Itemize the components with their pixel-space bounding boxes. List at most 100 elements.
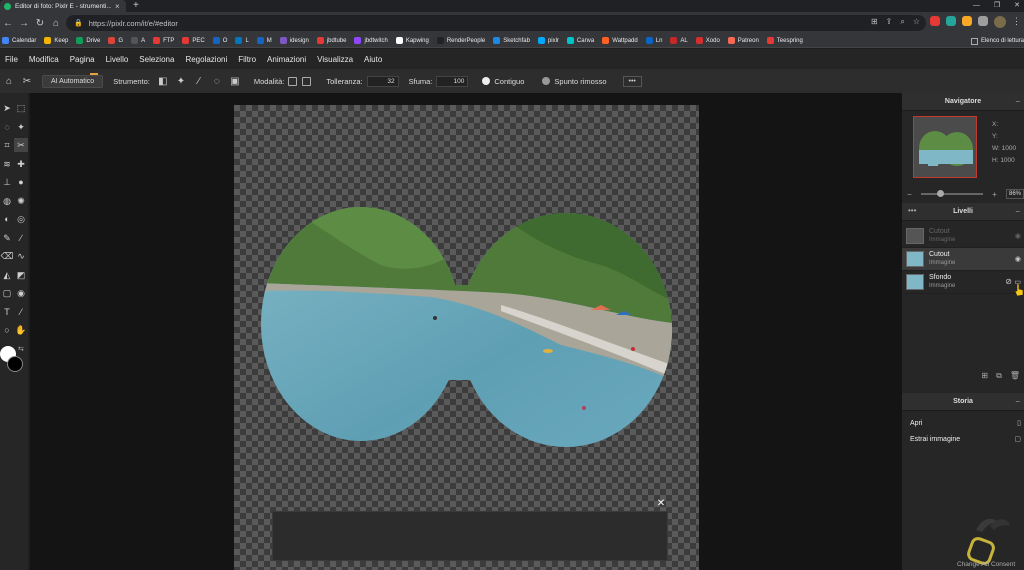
bookmark-item[interactable]: Calendar — [2, 37, 36, 44]
lasso-icon[interactable]: ◌ — [208, 76, 226, 87]
bookmark-item[interactable]: Teespring — [766, 37, 803, 44]
history-collapse-icon[interactable]: − — [1015, 397, 1020, 406]
zoom-tool-icon[interactable]: ○ — [0, 323, 14, 337]
menu-filtro[interactable]: Filtro — [238, 55, 256, 64]
stamp-tool-icon[interactable]: ⊥ — [0, 175, 14, 189]
home-icon[interactable]: ⌂ — [48, 18, 64, 29]
bookmark-item[interactable]: G — [108, 37, 123, 44]
layer-hidden-icon[interactable]: ⊘ — [1005, 277, 1012, 286]
layer-row-selected[interactable]: Cutout Immagine ◉ — [902, 248, 1024, 271]
bookmark-item[interactable]: Kapwing — [395, 37, 429, 44]
tab-close-icon[interactable]: × — [115, 2, 120, 11]
history-item[interactable]: Apri ▯ — [902, 415, 1024, 431]
drop-tool-icon[interactable]: ● — [14, 175, 28, 189]
bookmark-item[interactable]: Keep — [44, 37, 68, 44]
extension-yellow-icon[interactable] — [962, 16, 972, 26]
layer-row[interactable]: Sfondo Immagine ⊘ ▭ — [902, 271, 1024, 294]
layer-visibility-icon[interactable]: ◉ — [1015, 232, 1021, 240]
ai-auto-button[interactable]: AI Automatico — [42, 72, 104, 88]
menu-file[interactable]: File — [5, 55, 18, 64]
history-item[interactable]: Estrai immagine ▢ — [902, 431, 1024, 447]
duplicate-layer-icon[interactable]: ⧉ — [996, 371, 1002, 385]
zoom-in-icon[interactable]: + — [987, 190, 1002, 199]
back-icon[interactable]: ← — [0, 18, 16, 29]
new-tab-icon[interactable]: + — [133, 0, 139, 11]
contiguous-toggle[interactable] — [482, 77, 491, 85]
profile-avatar[interactable] — [994, 16, 1006, 28]
bookmark-item[interactable]: L — [235, 37, 249, 44]
crop-tool-icon[interactable]: ⌗ — [0, 138, 14, 152]
home-icon[interactable]: ⌂ — [0, 76, 18, 87]
menu-aiuto[interactable]: Aiuto — [364, 55, 382, 64]
extension-red-icon[interactable] — [930, 16, 940, 26]
background-color-swatch[interactable] — [7, 356, 23, 372]
browser-tab[interactable]: Editor di foto: Pixlr E - strumenti... × — [0, 0, 126, 12]
bookmark-item[interactable]: A — [131, 37, 145, 44]
sphere-tool-icon[interactable]: ◍ — [0, 194, 14, 208]
eraser-tool-icon[interactable]: ⌫ — [0, 249, 14, 263]
swap-colors-icon[interactable]: ⇆ — [18, 345, 24, 353]
liquify-tool-icon[interactable]: ≋ — [0, 157, 14, 171]
omnibox[interactable]: 🔒 https://pixlr.com/it/e/#editor ⊞ ⇪ ⌕ ☆ — [66, 15, 926, 31]
navigator-thumbnail[interactable] — [913, 116, 977, 178]
brush-tool-icon[interactable]: ∕ — [14, 231, 28, 245]
zoom-icon[interactable]: ⌕ — [900, 17, 904, 27]
wand-icon[interactable]: ✦ — [172, 76, 190, 87]
bookmark-item[interactable]: PEC — [182, 37, 205, 44]
bookmark-item[interactable]: Sketchfab — [493, 37, 530, 44]
bookmark-item[interactable]: RenderPeople — [436, 37, 485, 44]
frame-tool-icon[interactable]: ▢ — [0, 286, 14, 300]
extension-teal-icon[interactable] — [946, 16, 956, 26]
mode-add-icon[interactable] — [288, 76, 298, 86]
marquee-tool-icon[interactable]: ⬚ — [14, 101, 28, 115]
bookmark-item[interactable]: pixlr — [537, 37, 559, 44]
dialog-close-icon[interactable]: ✕ — [655, 498, 667, 510]
bookmark-item[interactable]: Ln — [645, 37, 662, 44]
minimize-icon[interactable]: — — [973, 0, 980, 11]
tolerance-input[interactable]: 32 — [366, 75, 399, 87]
rect-select-icon[interactable]: ▣ — [226, 76, 244, 87]
gradient-tool-icon[interactable]: ◩ — [14, 268, 28, 282]
close-window-icon[interactable]: ✕ — [1014, 0, 1020, 11]
hand-tool-icon[interactable]: ✋ — [14, 323, 28, 337]
zoom-slider-knob[interactable] — [937, 190, 945, 197]
layers-collapse-icon[interactable]: − — [1015, 207, 1020, 216]
bookmark-item[interactable]: O — [212, 37, 227, 44]
zoom-value[interactable]: 86% — [1005, 189, 1024, 199]
menu-animazioni[interactable]: Animazioni — [267, 55, 306, 64]
text-tool-icon[interactable]: T — [0, 305, 14, 319]
bookmark-item[interactable]: Patreon — [727, 37, 759, 44]
bookmark-item[interactable]: Drive — [76, 37, 100, 44]
target-tool-icon[interactable]: ◎ — [14, 212, 28, 226]
more-options-button[interactable]: ••• — [622, 75, 642, 87]
extensions-puzzle-icon[interactable] — [978, 16, 988, 26]
forward-icon[interactable]: → — [16, 18, 32, 29]
feather-input[interactable]: 100 — [436, 75, 469, 87]
menu-livello[interactable]: Livello — [106, 55, 129, 64]
menu-regolazioni[interactable]: Regolazioni — [185, 55, 227, 64]
heal-tool-icon[interactable]: ✚ — [14, 157, 28, 171]
layers-menu-icon[interactable]: ••• — [908, 206, 916, 215]
bookmark-star-icon[interactable]: ☆ — [913, 17, 920, 27]
menu-visualizza[interactable]: Visualizza — [317, 55, 353, 64]
bookmark-item[interactable]: jbdtwitch — [354, 37, 388, 44]
lasso-tool-icon[interactable]: ◌ — [0, 120, 14, 134]
layer-row[interactable]: Cutout Immagine ◉ — [902, 225, 1024, 248]
reading-list[interactable]: Elenco di lettura — [964, 34, 1024, 47]
bookmark-item[interactable]: Canva — [566, 37, 594, 44]
bookmark-item[interactable]: FTP — [153, 37, 174, 44]
share-icon[interactable]: ⇪ — [886, 17, 893, 27]
cutout-tool-icon[interactable]: ✂ — [14, 138, 28, 152]
layer-visibility-icon[interactable]: ◉ — [1015, 255, 1021, 263]
arrange-tool-icon[interactable]: ➤ — [0, 101, 14, 115]
navigator-collapse-icon[interactable]: − — [1015, 97, 1020, 106]
brush-icon[interactable]: ∕ — [190, 76, 208, 87]
reload-icon[interactable]: ↻ — [32, 18, 48, 29]
browser-menu-icon[interactable]: ⋮ — [1012, 16, 1021, 28]
zoom-out-icon[interactable]: − — [902, 190, 917, 199]
bookmark-item[interactable]: Wattpadd — [602, 37, 638, 44]
menu-pagina[interactable]: Pagina — [70, 55, 95, 64]
add-layer-icon[interactable]: ⊞ — [981, 371, 988, 385]
magic-cut-icon[interactable]: ◧ — [154, 76, 172, 87]
dodge-tool-icon[interactable]: ◐ — [0, 212, 14, 226]
